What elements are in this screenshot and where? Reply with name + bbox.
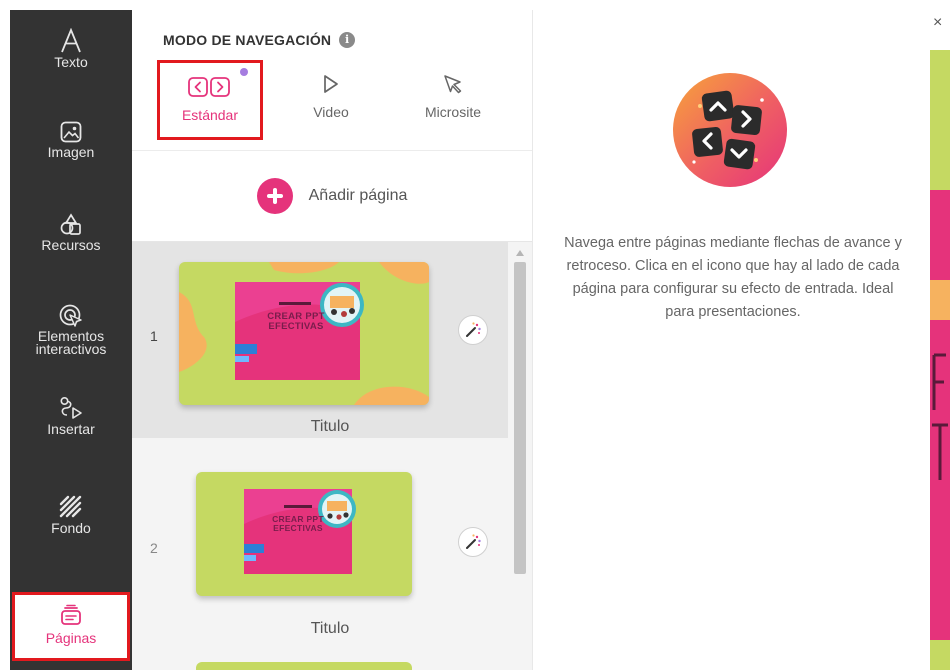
sidebar-item-elementos-interactivos[interactable]: Elementos interactivos — [10, 303, 132, 356]
page-thumbnail[interactable]: CREAR PPT EFECTIVAS — [196, 472, 412, 596]
mode-estandar[interactable]: Estándar — [157, 60, 263, 140]
mode-video[interactable]: Video — [278, 60, 384, 140]
sidebar-item-label: Fondo — [51, 520, 91, 536]
page-title: Titulo — [310, 620, 350, 637]
scroll-up-icon[interactable] — [516, 250, 524, 256]
insert-icon — [60, 396, 82, 419]
navigation-mode-label: MODO DE NAVEGACIÓN — [163, 32, 332, 48]
sidebar-item-texto[interactable]: Texto — [10, 28, 132, 69]
info-icon[interactable]: i — [339, 32, 356, 48]
sidebar-item-label: Texto — [54, 54, 88, 70]
resources-icon — [60, 213, 81, 235]
slide-art — [244, 489, 356, 574]
image-icon — [60, 121, 82, 143]
text-icon — [61, 28, 81, 53]
page-effect-button[interactable] — [458, 315, 488, 345]
editor-app: Texto Imagen Recursos Elementos interact… — [0, 0, 950, 670]
sidebar-item-label: Elementos interactivos — [35, 328, 107, 357]
navigation-info-panel: Navega entre páginas mediante flechas de… — [532, 10, 932, 670]
sidebar-item-recursos[interactable]: Recursos — [10, 213, 132, 252]
sidebar-item-fondo[interactable]: Fondo — [10, 494, 132, 535]
new-badge — [240, 68, 248, 76]
magic-wand-icon — [466, 322, 481, 337]
sidebar-item-insertar[interactable]: Insertar — [10, 395, 132, 436]
mode-label: Microsite — [424, 104, 481, 120]
play-icon — [324, 75, 338, 93]
slide-preview-art — [930, 10, 950, 670]
sidebar-item-paginas[interactable]: Páginas — [12, 592, 130, 661]
page-thumbnail[interactable]: CREAR PPT EFECTIVAS — [179, 262, 429, 405]
arrows-icon — [188, 77, 230, 97]
sidebar-item-label: Páginas — [45, 630, 97, 646]
sidebar-item-label: Imagen — [47, 144, 95, 160]
slide-canvas-preview[interactable] — [930, 10, 950, 670]
thumbnail-title: CREAR PPT EFECTIVAS — [272, 514, 324, 533]
interactive-icon — [59, 304, 82, 327]
navigation-mode-section: MODO DE NAVEGACIÓN i Estándar Video Micr… — [132, 10, 532, 150]
navigation-mode-title: MODO DE NAVEGACIÓN i — [163, 32, 356, 48]
mode-microsite[interactable]: Microsite — [400, 60, 506, 140]
pages-icon — [61, 604, 81, 625]
page-item[interactable]: 2 CREAR PPT EFECTIVAS Titulo — [132, 444, 508, 640]
sidebar-item-label: Recursos — [41, 237, 101, 253]
plus-icon — [256, 178, 293, 214]
page-title: Titulo — [310, 418, 350, 435]
close-icon[interactable]: × — [933, 14, 942, 32]
page-thumbnail-partial — [196, 662, 412, 670]
thumbnail-title: CREAR PPT EFECTIVAS — [267, 311, 325, 332]
page-number: 1 — [150, 328, 158, 344]
navigation-mode-description: Navega entre páginas mediante flechas de… — [564, 235, 902, 320]
sidebar-item-imagen[interactable]: Imagen — [10, 120, 132, 159]
cursor-icon — [444, 75, 462, 94]
tool-sidebar: Texto Imagen Recursos Elementos interact… — [10, 10, 132, 670]
background-icon — [59, 495, 82, 518]
page-number: 2 — [150, 540, 158, 556]
add-page-button[interactable]: Añadir página — [132, 150, 532, 242]
slide-art — [179, 262, 429, 405]
scroll-thumb[interactable] — [514, 262, 526, 574]
mode-label: Video — [313, 104, 349, 120]
page-item[interactable]: 1 CREAR PPT EFECTIVAS Titulo — [132, 242, 508, 438]
magic-wand-icon — [466, 534, 481, 549]
mode-label: Estándar — [181, 107, 239, 123]
pages-panel: MODO DE NAVEGACIÓN i Estándar Video Micr… — [132, 10, 532, 670]
page-list-scrollbar[interactable] — [508, 242, 532, 670]
navigation-arrows-illustration — [673, 73, 787, 187]
page-effect-button[interactable] — [458, 527, 488, 557]
page-list: 1 CREAR PPT EFECTIVAS Titulo 2 CREAR PPT… — [132, 242, 532, 670]
add-page-label: Añadir página — [308, 187, 408, 204]
sidebar-item-label: Insertar — [47, 421, 95, 437]
